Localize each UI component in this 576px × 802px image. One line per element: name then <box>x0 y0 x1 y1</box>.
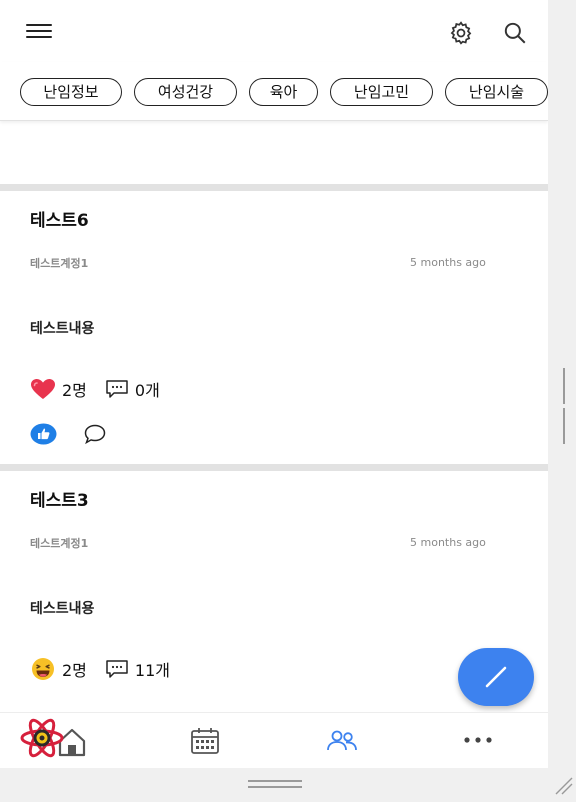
post-card[interactable]: 테스트6 테스트계정1 5 months ago 테스트내용 2명 0개 <box>0 206 548 464</box>
post-timestamp: 5 months ago <box>410 536 486 549</box>
comment-button-icon[interactable] <box>83 423 107 445</box>
post-timestamp: 5 months ago <box>410 256 486 269</box>
post-divider <box>0 184 548 191</box>
app-screen: 난임정보 여성건강 육아 난임고민 난임시술 테스트6 테스트계정1 5 mon… <box>0 0 548 768</box>
bottom-navigation <box>0 712 548 768</box>
laughing-emoji-icon <box>32 658 54 680</box>
category-chip[interactable]: 난임정보 <box>20 78 122 106</box>
category-chip[interactable]: 여성건강 <box>134 78 237 106</box>
post-body: 테스트내용 <box>30 601 95 617</box>
community-icon[interactable] <box>326 729 358 753</box>
post-title: 테스트6 <box>30 211 89 231</box>
post-author: 테스트계정1 <box>30 257 89 270</box>
top-app-bar <box>0 0 548 63</box>
search-icon[interactable] <box>502 20 528 46</box>
more-icon[interactable] <box>462 735 494 745</box>
category-chip[interactable]: 육아 <box>249 78 318 106</box>
category-chip[interactable]: 난임고민 <box>330 78 433 106</box>
comment-count-icon <box>106 660 128 678</box>
home-icon[interactable] <box>16 713 86 761</box>
post-body: 테스트내용 <box>30 321 95 337</box>
horizontal-resize-handle[interactable] <box>248 780 302 789</box>
like-count: 2명 <box>62 381 87 400</box>
like-count: 2명 <box>62 661 87 680</box>
heart-icon <box>31 379 55 399</box>
post-title: 테스트3 <box>30 491 89 511</box>
vertical-resize-handle[interactable] <box>563 368 572 444</box>
comment-count: 11개 <box>134 661 170 680</box>
calendar-icon[interactable] <box>190 727 220 755</box>
write-post-button[interactable] <box>458 648 534 706</box>
pencil-icon <box>485 666 507 688</box>
category-chip-bar: 난임정보 여성건강 육아 난임고민 난임시술 <box>0 62 548 121</box>
post-actions <box>30 423 107 445</box>
hamburger-menu-icon[interactable] <box>26 24 52 40</box>
post-stats: 2명 11개 <box>30 657 170 681</box>
post-divider <box>0 464 548 471</box>
comment-count: 0개 <box>134 381 160 400</box>
gear-icon[interactable] <box>448 20 474 46</box>
like-button-icon[interactable] <box>30 423 57 445</box>
comment-count-icon <box>106 380 128 398</box>
resize-grip-icon[interactable] <box>554 776 574 796</box>
post-author: 테스트계정1 <box>30 537 89 550</box>
post-stats: 2명 0개 <box>30 377 160 401</box>
category-chip[interactable]: 난임시술 <box>445 78 548 106</box>
